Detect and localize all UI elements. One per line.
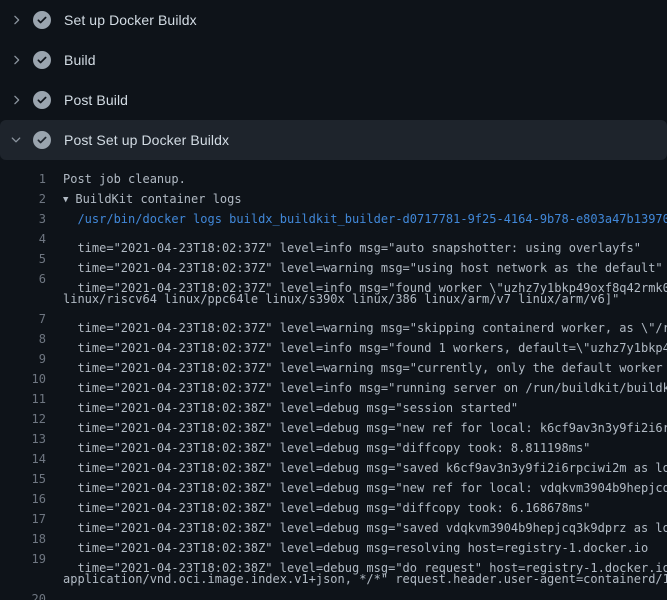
step-label: Build [64, 52, 96, 68]
chevron-right-icon [8, 52, 24, 68]
log-line: 5 time="2021-04-23T18:02:37Z" level=warn… [0, 249, 667, 269]
line-number-empty [0, 289, 46, 309]
step-label: Set up Docker Buildx [64, 12, 197, 28]
line-number[interactable]: 8 [0, 329, 46, 349]
log-line: 17 time="2021-04-23T18:02:38Z" level=deb… [0, 509, 667, 529]
group-collapse-icon: ▼ [63, 190, 68, 209]
command-text: /usr/bin/docker logs buildx_buildkit_bui… [46, 209, 667, 229]
log-text: ▼ BuildKit container logs [46, 189, 667, 209]
log-line: 19 time="2021-04-23T18:02:38Z" level=deb… [0, 549, 667, 569]
step-list: Set up Docker Buildx Build Post Build Po… [0, 0, 667, 160]
line-number[interactable]: 14 [0, 449, 46, 469]
step-header-post-build[interactable]: Post Build [0, 80, 667, 120]
line-number[interactable]: 13 [0, 429, 46, 449]
line-number-empty [0, 569, 46, 589]
chevron-down-icon [8, 132, 24, 148]
step-label: Post Set up Docker Buildx [64, 132, 229, 148]
log-line: application/vnd.oci.image.index.v1+json,… [0, 569, 667, 589]
log-group-toggle[interactable]: 2 ▼ BuildKit container logs [0, 189, 667, 209]
log-text: application/vnd.oci.image.index.v1+json,… [46, 569, 667, 589]
chevron-right-icon [8, 92, 24, 108]
step-header-set-up-docker-buildx[interactable]: Set up Docker Buildx [0, 0, 667, 40]
check-circle-icon [33, 11, 51, 29]
log-viewer: 1 Post job cleanup. 2 ▼ BuildKit containe… [0, 160, 667, 600]
workflow-job-log-panel: Set up Docker Buildx Build Post Build Po… [0, 0, 667, 600]
check-circle-icon [33, 91, 51, 109]
group-label: BuildKit container logs [75, 192, 241, 206]
line-number[interactable]: 4 [0, 229, 46, 249]
log-line: 6 time="2021-04-23T18:02:37Z" level=info… [0, 269, 667, 289]
log-line: linux/riscv64 linux/ppc64le linux/s390x … [0, 289, 667, 309]
step-header-build[interactable]: Build [0, 40, 667, 80]
log-text: Post job cleanup. [46, 169, 667, 189]
line-number[interactable]: 7 [0, 309, 46, 329]
log-line: 9 time="2021-04-23T18:02:37Z" level=warn… [0, 349, 667, 369]
log-line: 1 Post job cleanup. [0, 169, 667, 189]
line-number[interactable]: 12 [0, 409, 46, 429]
log-line: 16 time="2021-04-23T18:02:38Z" level=deb… [0, 489, 667, 509]
line-number[interactable]: 11 [0, 389, 46, 409]
line-number[interactable]: 3 [0, 209, 46, 229]
log-line: 3 /usr/bin/docker logs buildx_buildkit_b… [0, 209, 667, 229]
log-line: 11 time="2021-04-23T18:02:38Z" level=deb… [0, 389, 667, 409]
line-number[interactable]: 5 [0, 249, 46, 269]
line-number[interactable]: 15 [0, 469, 46, 489]
line-number[interactable]: 18 [0, 529, 46, 549]
line-number[interactable]: 9 [0, 349, 46, 369]
step-header-post-set-up-docker-buildx[interactable]: Post Set up Docker Buildx [0, 120, 667, 160]
line-number[interactable]: 10 [0, 369, 46, 389]
log-line: 7 time="2021-04-23T18:02:37Z" level=warn… [0, 309, 667, 329]
log-line: 18 time="2021-04-23T18:02:38Z" level=deb… [0, 529, 667, 549]
line-number[interactable]: 19 [0, 549, 46, 569]
log-text: time="2021-04-23T18:02:38Z" level=debug … [46, 589, 667, 600]
line-number[interactable]: 20 [0, 589, 46, 600]
log-line: 12 time="2021-04-23T18:02:38Z" level=deb… [0, 409, 667, 429]
step-label: Post Build [64, 92, 128, 108]
line-number[interactable]: 6 [0, 269, 46, 289]
log-line: 15 time="2021-04-23T18:02:38Z" level=deb… [0, 469, 667, 489]
check-circle-icon [33, 131, 51, 149]
log-line: 14 time="2021-04-23T18:02:38Z" level=deb… [0, 449, 667, 469]
log-line: 4 time="2021-04-23T18:02:37Z" level=info… [0, 229, 667, 249]
line-number[interactable]: 2 [0, 189, 46, 209]
line-number[interactable]: 16 [0, 489, 46, 509]
log-text: linux/riscv64 linux/ppc64le linux/s390x … [46, 289, 667, 309]
log-line: 10 time="2021-04-23T18:02:37Z" level=inf… [0, 369, 667, 389]
chevron-right-icon [8, 12, 24, 28]
log-line: 13 time="2021-04-23T18:02:38Z" level=deb… [0, 429, 667, 449]
check-circle-icon [33, 51, 51, 69]
line-number[interactable]: 17 [0, 509, 46, 529]
log-line: 8 time="2021-04-23T18:02:37Z" level=info… [0, 329, 667, 349]
line-number[interactable]: 1 [0, 169, 46, 189]
log-line: 20 time="2021-04-23T18:02:38Z" level=deb… [0, 589, 667, 600]
